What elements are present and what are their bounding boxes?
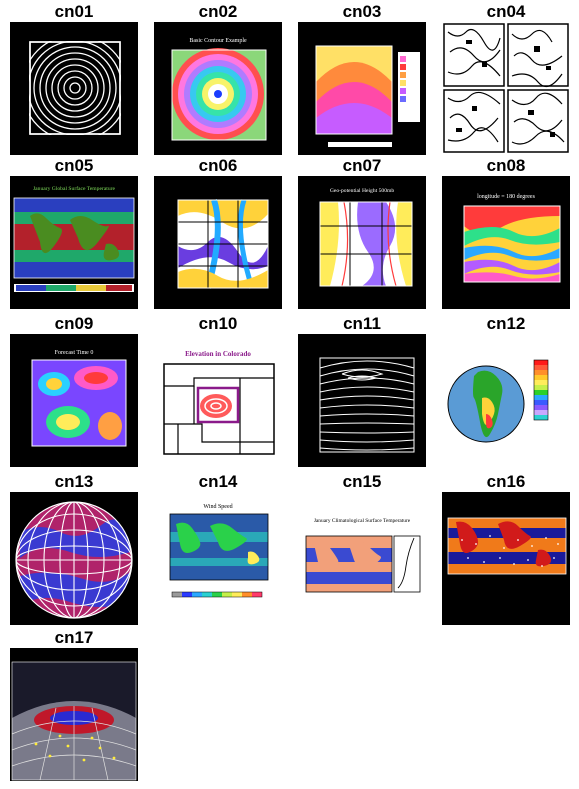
item-label: cn07 xyxy=(342,156,382,175)
thumbnail-image[interactable] xyxy=(10,648,138,781)
gallery-item-cn12[interactable]: cn12 xyxy=(434,314,578,472)
thumbnail-image[interactable]: Forecast Time 0 xyxy=(10,334,138,467)
thumbnail-caption: January Climatological Surface Temperatu… xyxy=(314,517,411,524)
thumbnail-image[interactable]: Basic Contour Example xyxy=(154,22,282,155)
thumbnail-image[interactable] xyxy=(298,334,426,467)
item-label: cn01 xyxy=(54,2,94,21)
item-label: cn09 xyxy=(54,314,94,333)
item-label: cn05 xyxy=(54,156,94,175)
gallery-item-cn10[interactable]: cn10 Elevation in Colorado xyxy=(146,314,290,472)
gallery-item-cn02[interactable]: cn02 Basic Contour Example xyxy=(146,2,290,160)
item-label: cn03 xyxy=(342,2,382,21)
thumbnail-caption: Elevation in Colorado xyxy=(185,350,251,358)
gallery-item-cn04[interactable]: cn04 xyxy=(434,2,578,160)
item-label: cn02 xyxy=(198,2,238,21)
gallery-item-cn01[interactable]: cn01 xyxy=(2,2,146,160)
item-label: cn16 xyxy=(486,472,526,491)
thumbnail-caption: Basic Contour Example xyxy=(189,38,247,44)
thumbnail-image[interactable]: January Global Surface Temperature xyxy=(10,176,138,309)
item-label: cn14 xyxy=(198,472,238,491)
gallery-item-cn14[interactable]: cn14 Wind Speed xyxy=(146,472,290,630)
gallery-item-cn11[interactable]: cn11 xyxy=(290,314,434,472)
gallery-item-cn05[interactable]: cn05 January Global Surface Temperature xyxy=(2,156,146,314)
thumbnail-image[interactable]: Geo-potential Height 500mb xyxy=(298,176,426,309)
thumbnail-image[interactable] xyxy=(442,334,570,467)
thumbnail-caption: Geo-potential Height 500mb xyxy=(330,188,395,194)
thumbnail-caption: Wind Speed xyxy=(203,504,232,510)
thumbnail-image[interactable] xyxy=(298,22,426,155)
item-label: cn11 xyxy=(343,314,381,333)
item-label: cn15 xyxy=(342,472,382,491)
item-label: cn06 xyxy=(198,156,238,175)
thumbnail-image[interactable] xyxy=(442,492,570,625)
thumbnail-caption: Forecast Time 0 xyxy=(55,350,94,356)
thumbnail-image[interactable] xyxy=(10,492,138,625)
thumbnail-image[interactable] xyxy=(10,22,138,155)
gallery-item-cn16[interactable]: cn16 xyxy=(434,472,578,630)
item-label: cn17 xyxy=(54,628,94,647)
thumbnail-caption: January Global Surface Temperature xyxy=(33,185,115,192)
gallery-item-cn09[interactable]: cn09 Forecast Time 0 xyxy=(2,314,146,472)
item-label: cn04 xyxy=(486,2,526,21)
item-label: cn13 xyxy=(54,472,94,491)
item-label: cn10 xyxy=(198,314,238,333)
gallery-item-cn15[interactable]: cn15 January Climatological Surface Temp… xyxy=(290,472,434,630)
gallery-item-cn07[interactable]: cn07 Geo-potential Height 500mb xyxy=(290,156,434,314)
thumbnail-caption: longitude = 180 degrees xyxy=(477,194,536,200)
thumbnail-image[interactable]: Wind Speed xyxy=(154,492,282,625)
item-label: cn08 xyxy=(486,156,526,175)
gallery-item-cn06[interactable]: cn06 xyxy=(146,156,290,314)
gallery-item-cn08[interactable]: cn08 longitude = 180 degrees xyxy=(434,156,578,314)
item-label: cn12 xyxy=(486,314,526,333)
gallery-item-cn17[interactable]: cn17 xyxy=(2,628,146,786)
thumbnail-image[interactable] xyxy=(442,22,570,155)
thumbnail-image[interactable]: longitude = 180 degrees xyxy=(442,176,570,309)
thumbnail-image[interactable]: January Climatological Surface Temperatu… xyxy=(298,492,426,625)
gallery-item-cn13[interactable]: cn13 xyxy=(2,472,146,630)
thumbnail-image[interactable] xyxy=(154,176,282,309)
gallery-item-cn03[interactable]: cn03 xyxy=(290,2,434,160)
thumbnail-image[interactable]: Elevation in Colorado xyxy=(154,334,282,467)
